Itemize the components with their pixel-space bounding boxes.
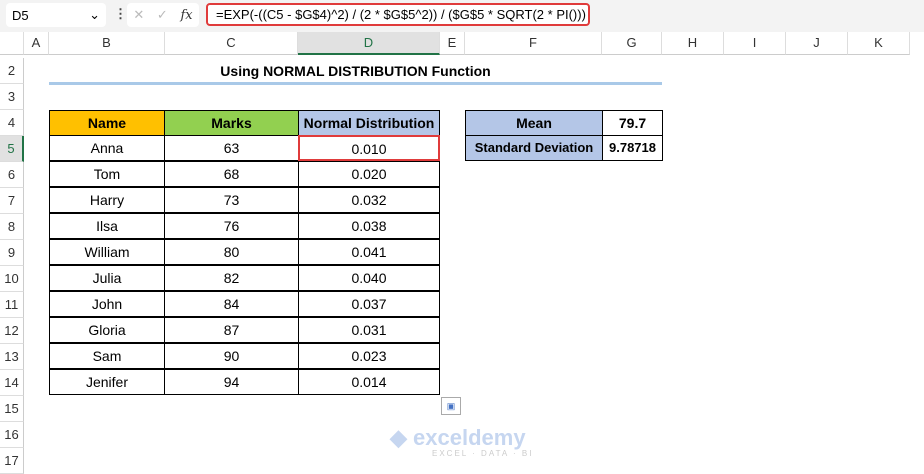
cell-marks[interactable]: 82 <box>164 265 299 291</box>
column-header[interactable]: K <box>848 32 910 55</box>
cell-marks[interactable]: 94 <box>164 369 299 395</box>
cell-nd[interactable]: 0.020 <box>298 161 440 187</box>
column-header[interactable]: G <box>602 32 662 55</box>
header-name[interactable]: Name <box>49 110 165 136</box>
cell-marks[interactable]: 84 <box>164 291 299 317</box>
row-header[interactable]: 11 <box>0 292 24 318</box>
row-header[interactable]: 5 <box>0 136 24 162</box>
row-header[interactable]: 15 <box>0 396 24 422</box>
column-header[interactable]: H <box>662 32 724 55</box>
sd-value[interactable]: 9.78718 <box>602 135 663 161</box>
cell-marks[interactable]: 68 <box>164 161 299 187</box>
cell-marks[interactable]: 76 <box>164 213 299 239</box>
cell-marks[interactable]: 87 <box>164 317 299 343</box>
row-header[interactable]: 9 <box>0 240 24 266</box>
row-header[interactable]: 12 <box>0 318 24 344</box>
name-box[interactable]: D5 ⌄ <box>6 3 106 27</box>
cell-nd[interactable]: 0.032 <box>298 187 440 213</box>
cell-nd[interactable]: 0.010 <box>298 135 440 161</box>
cell-nd[interactable]: 0.037 <box>298 291 440 317</box>
formula-bar: D5 ⌄ ⋮ ✕ ✓ fx =EXP(-((C5 - $G$4)^2) / (2 * … <box>0 0 924 32</box>
row-header[interactable]: 6 <box>0 162 24 188</box>
cell-nd[interactable]: 0.031 <box>298 317 440 343</box>
more-options-icon[interactable]: ⋮ <box>114 6 127 22</box>
cell-name[interactable]: Harry <box>49 187 165 213</box>
cell-name[interactable]: Sam <box>49 343 165 369</box>
mean-label[interactable]: Mean <box>465 110 603 136</box>
cell-nd[interactable]: 0.041 <box>298 239 440 265</box>
enter-icon[interactable]: ✓ <box>157 7 168 23</box>
cell-nd[interactable]: 0.023 <box>298 343 440 369</box>
row-header[interactable]: 16 <box>0 422 24 448</box>
column-header[interactable]: E <box>440 32 465 55</box>
insert-function-icon[interactable]: fx <box>180 8 192 23</box>
column-header[interactable]: D <box>298 32 440 55</box>
cell-nd[interactable]: 0.040 <box>298 265 440 291</box>
cancel-icon[interactable]: ✕ <box>133 7 144 23</box>
cell-marks[interactable]: 90 <box>164 343 299 369</box>
mean-value[interactable]: 79.7 <box>602 110 663 136</box>
column-header[interactable]: A <box>24 32 49 55</box>
cell-nd[interactable]: 0.038 <box>298 213 440 239</box>
chevron-down-icon[interactable]: ⌄ <box>89 7 100 23</box>
row-header[interactable]: 14 <box>0 370 24 396</box>
row-header[interactable]: 8 <box>0 214 24 240</box>
exceldemy-tagline: EXCEL · DATA · BI <box>432 449 534 458</box>
row-header[interactable]: 17 <box>0 448 24 474</box>
column-header[interactable]: J <box>786 32 848 55</box>
header-marks[interactable]: Marks <box>164 110 299 136</box>
row-header[interactable]: 3 <box>0 84 24 110</box>
column-header[interactable]: C <box>165 32 298 55</box>
cell-nd[interactable]: 0.014 <box>298 369 440 395</box>
cell-name[interactable]: Ilsa <box>49 213 165 239</box>
exceldemy-logo: ◆ exceldemy <box>390 425 526 450</box>
name-box-value: D5 <box>12 7 29 23</box>
cell-name[interactable]: Gloria <box>49 317 165 343</box>
cell-name[interactable]: Anna <box>49 135 165 161</box>
row-header[interactable]: 13 <box>0 344 24 370</box>
row-header[interactable]: 4 <box>0 110 24 136</box>
cell-name[interactable]: William <box>49 239 165 265</box>
column-header[interactable]: F <box>465 32 602 55</box>
row-header[interactable]: 10 <box>0 266 24 292</box>
paste-options-icon[interactable]: ▣ <box>441 397 461 415</box>
cell-marks[interactable]: 63 <box>164 135 299 161</box>
sheet-title: Using NORMAL DISTRIBUTION Function <box>49 58 662 85</box>
cell-marks[interactable]: 73 <box>164 187 299 213</box>
cell-name[interactable]: Julia <box>49 265 165 291</box>
cell-name[interactable]: Tom <box>49 161 165 187</box>
column-header[interactable]: I <box>724 32 786 55</box>
select-all[interactable] <box>0 32 24 55</box>
cell-name[interactable]: Jenifer <box>49 369 165 395</box>
row-header[interactable]: 7 <box>0 188 24 214</box>
cell-name[interactable]: John <box>49 291 165 317</box>
sd-label[interactable]: Standard Deviation <box>465 135 603 161</box>
column-header[interactable]: B <box>49 32 165 55</box>
header-nd[interactable]: Normal Distribution <box>298 110 440 136</box>
formula-input[interactable]: =EXP(-((C5 - $G$4)^2) / (2 * $G$5^2)) / … <box>206 3 590 26</box>
cell-marks[interactable]: 80 <box>164 239 299 265</box>
row-header[interactable]: 2 <box>0 58 24 84</box>
formula-buttons: ✕ ✓ fx <box>127 3 199 27</box>
